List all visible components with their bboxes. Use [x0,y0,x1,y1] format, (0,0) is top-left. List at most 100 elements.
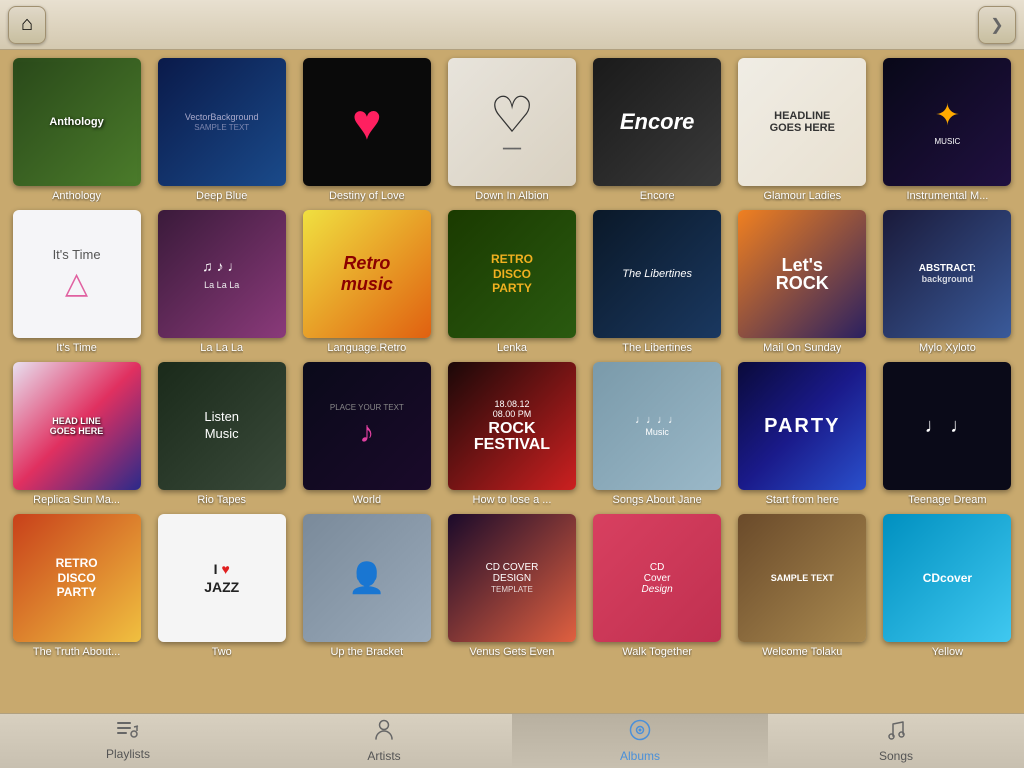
album-cover-walk: CDCoverDesign [593,514,721,642]
album-cover-truth: RETRODISCOPARTY [13,514,141,642]
album-item-welcome[interactable]: SAMPLE TEXTWelcome Tolaku [734,514,871,658]
footer-nav: Playlists Artists Albums Songs [0,713,1024,768]
album-cover-lalala: ♫ ♪ ♩La La La [158,210,286,338]
playlists-nav-icon [117,721,139,744]
album-cover-itstime: It's Time△ [13,210,141,338]
album-cover-deepblue: VectorBackgroundSAMPLE TEXT [158,58,286,186]
album-cover-language: Retromusic [303,210,431,338]
album-item-encore[interactable]: Encore Encore [589,58,726,202]
album-item-mylo[interactable]: ABSTRACT:background Mylo Xyloto [879,210,1016,354]
album-title-songs: Songs About Jane [612,494,701,506]
album-title-mylo: Mylo Xyloto [919,342,976,354]
album-item-glamour[interactable]: HEADLINEGOES HERE Glamour Ladies [734,58,871,202]
album-item-upbracket[interactable]: 👤 Up the Bracket [298,514,435,658]
album-title-deepblue: Deep Blue [196,190,247,202]
album-cover-destiny: ♥ [303,58,431,186]
album-item-two[interactable]: I ♥JAZZ Two [153,514,290,658]
album-cover-mylo: ABSTRACT:background [883,210,1011,338]
albums-grid: AnthologyAnthologyVectorBackgroundSAMPLE… [8,58,1016,658]
album-cover-upbracket: 👤 [303,514,431,642]
home-icon: ⌂ [21,13,33,36]
album-cover-anthology: Anthology [13,58,141,186]
album-title-start: Start from here [766,494,839,506]
album-cover-start: PARTY [738,362,866,490]
album-cover-venus: CD COVERDESIGNTEMPLATE [448,514,576,642]
album-cover-lenka: RETRODISCOPARTY [448,210,576,338]
content-area: AnthologyAnthologyVectorBackgroundSAMPLE… [0,50,1024,713]
album-title-two: Two [212,646,232,658]
header: ⌂ ❯ [0,0,1024,50]
album-item-lenka[interactable]: RETRODISCOPARTY Lenka [443,210,580,354]
album-title-teenage: Teenage Dream [908,494,986,506]
album-item-replica[interactable]: HEAD LINEGOES HERE Replica Sun Ma... [8,362,145,506]
album-cover-mailsunday: Let'sROCK [738,210,866,338]
album-item-downalbion[interactable]: ♡━━━ Down In Albion [443,58,580,202]
album-cover-libertines: The Libertines [593,210,721,338]
album-cover-glamour: HEADLINEGOES HERE [738,58,866,186]
album-title-replica: Replica Sun Ma... [33,494,120,506]
album-cover-two: I ♥JAZZ [158,514,286,642]
album-item-yellow[interactable]: CDcover Yellow [879,514,1016,658]
album-title-howtol: How to lose a ... [473,494,552,506]
album-title-mailsunday: Mail On Sunday [763,342,841,354]
album-title-lalala: La La La [200,342,243,354]
album-title-welcome: Welcome Tolaku [762,646,842,658]
nav-item-playlists[interactable]: Playlists [0,714,256,768]
album-item-lalala[interactable]: ♫ ♪ ♩La La La La La La [153,210,290,354]
album-item-instrumental[interactable]: ✦MUSIC Instrumental M... [879,58,1016,202]
album-title-language: Language.Retro [327,342,406,354]
album-title-yellow: Yellow [932,646,963,658]
album-cover-encore: Encore [593,58,721,186]
album-item-walk[interactable]: CDCoverDesign Walk Together [589,514,726,658]
artists-nav-label: Artists [367,749,400,763]
nav-item-albums[interactable]: Albums [512,714,768,768]
album-title-venus: Venus Gets Even [469,646,554,658]
album-title-lenka: Lenka [497,342,527,354]
album-title-walk: Walk Together [622,646,692,658]
chevron-right-icon: ❯ [990,15,1003,35]
album-cover-instrumental: ✦MUSIC [883,58,1011,186]
album-cover-rio: ListenMusic [158,362,286,490]
album-item-world[interactable]: PLACE YOUR TEXT♪World [298,362,435,506]
album-item-rio[interactable]: ListenMusic Rio Tapes [153,362,290,506]
album-title-downalbion: Down In Albion [475,190,548,202]
album-item-itstime[interactable]: It's Time△ It's Time [8,210,145,354]
album-item-howtol[interactable]: 18.08.1208.00 PMROCKFESTIVAL How to lose … [443,362,580,506]
albums-nav-icon [629,719,651,746]
album-title-upbracket: Up the Bracket [330,646,403,658]
album-cover-songs: ♩♩♩♩Music [593,362,721,490]
artists-nav-icon [375,719,393,746]
album-item-language[interactable]: Retromusic Language.Retro [298,210,435,354]
album-cover-world: PLACE YOUR TEXT♪ [303,362,431,490]
nav-item-artists[interactable]: Artists [256,714,512,768]
album-item-mailsunday[interactable]: Let'sROCK Mail On Sunday [734,210,871,354]
back-button[interactable]: ⌂ [8,6,46,44]
album-cover-downalbion: ♡━━━ [448,58,576,186]
album-cover-replica: HEAD LINEGOES HERE [13,362,141,490]
album-item-libertines[interactable]: The Libertines The Libertines [589,210,726,354]
albums-nav-label: Albums [620,749,660,763]
album-title-libertines: The Libertines [622,342,692,354]
more-button[interactable]: ❯ [978,6,1016,44]
album-title-anthology: Anthology [52,190,101,202]
album-item-start[interactable]: PARTY Start from here [734,362,871,506]
album-item-destiny[interactable]: ♥ Destiny of Love [298,58,435,202]
nav-item-songs[interactable]: Songs [768,714,1024,768]
album-item-songs[interactable]: ♩♩♩♩Music Songs About Jane [589,362,726,506]
album-item-teenage[interactable]: ♩ ♩ Teenage Dream [879,362,1016,506]
album-title-rio: Rio Tapes [197,494,246,506]
album-item-venus[interactable]: CD COVERDESIGNTEMPLATE Venus Gets Even [443,514,580,658]
album-title-destiny: Destiny of Love [329,190,405,202]
album-cover-howtol: 18.08.1208.00 PMROCKFESTIVAL [448,362,576,490]
album-cover-teenage: ♩ ♩ [883,362,1011,490]
album-cover-yellow: CDcover [883,514,1011,642]
album-title-encore: Encore [640,190,675,202]
album-item-anthology[interactable]: Anthology Anthology [8,58,145,202]
songs-nav-icon [887,719,905,746]
album-title-instrumental: Instrumental M... [906,190,988,202]
album-title-itstime: It's Time [56,342,97,354]
album-title-truth: The Truth About... [33,646,120,658]
album-title-glamour: Glamour Ladies [763,190,841,202]
album-item-truth[interactable]: RETRODISCOPARTY The Truth About... [8,514,145,658]
album-item-deepblue[interactable]: VectorBackgroundSAMPLE TEXT Deep Blue [153,58,290,202]
